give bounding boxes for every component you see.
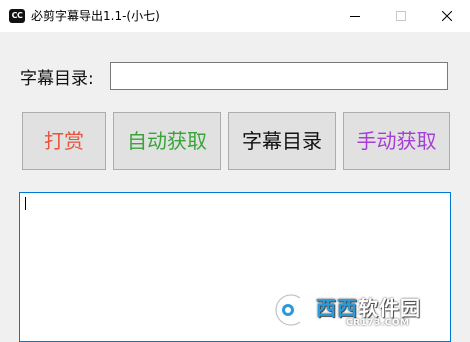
subtitle-dir-label: 字幕目录:	[20, 69, 94, 89]
watermark: 西西软件园 CR173.COM	[270, 288, 450, 332]
title-bar: CC 必剪字幕导出1.1-(小七)	[0, 0, 470, 32]
minimize-button[interactable]	[332, 0, 378, 32]
close-icon	[442, 11, 452, 21]
close-button[interactable]	[424, 0, 470, 32]
tip-button[interactable]: 打赏	[22, 112, 106, 170]
subtitle-dir-input[interactable]	[110, 62, 448, 90]
watermark-url: CR173.COM	[346, 318, 410, 328]
minimize-icon	[350, 16, 360, 17]
watermark-logo-icon	[272, 292, 304, 328]
maximize-button[interactable]	[378, 0, 424, 32]
auto-fetch-button[interactable]: 自动获取	[113, 112, 221, 170]
window-title: 必剪字幕导出1.1-(小七)	[31, 9, 160, 23]
text-caret	[25, 197, 26, 210]
manual-fetch-button[interactable]: 手动获取	[343, 112, 450, 170]
app-icon: CC	[9, 9, 25, 23]
subtitle-dir-button[interactable]: 字幕目录	[228, 112, 336, 170]
maximize-icon	[396, 11, 406, 21]
watermark-site-name-a: 西西	[316, 296, 358, 320]
watermark-site-name: 西西软件园	[316, 292, 421, 321]
watermark-site-name-b: 软件园	[358, 296, 421, 320]
